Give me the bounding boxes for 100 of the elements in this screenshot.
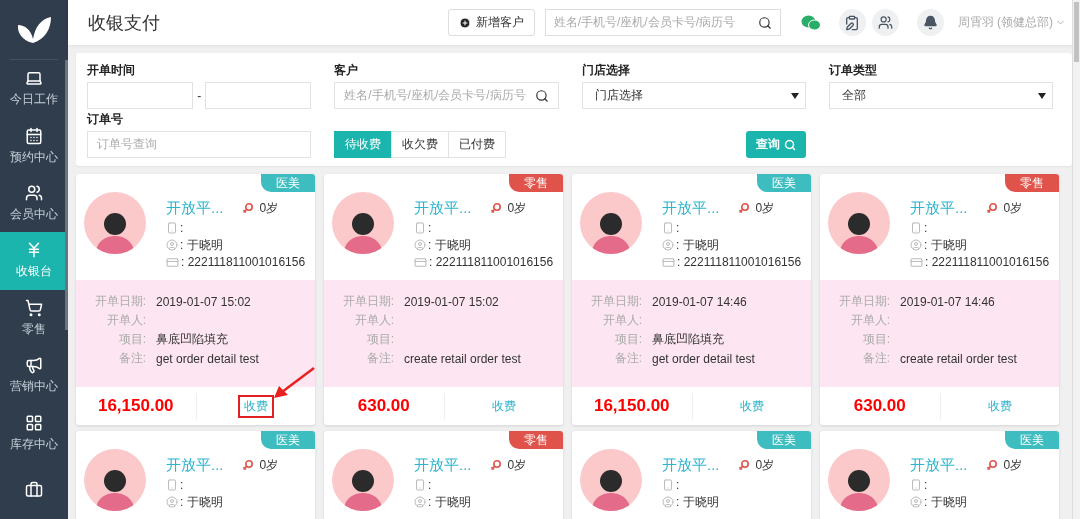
card-number: : 222111811001016156 [429, 255, 554, 269]
doctor-text: : 于晓明 [428, 236, 471, 254]
order-type-tag: 医美 [261, 431, 315, 449]
detail-label: 备注: [365, 350, 394, 367]
person-icon [414, 496, 426, 508]
notification-bell[interactable] [916, 9, 944, 36]
detail-value: 2019-01-07 15:02 [156, 294, 252, 309]
age-text: 0岁 [755, 199, 775, 217]
phone-icon [166, 479, 178, 491]
doctor-text: : 于晓明 [924, 236, 967, 254]
person-icon [662, 496, 674, 508]
status-tab[interactable]: 收欠费 [391, 131, 450, 158]
female-icon [241, 202, 254, 214]
age-text: 0岁 [259, 199, 279, 217]
detail-label: 开单日期: [837, 293, 890, 310]
age-text: 0岁 [1003, 456, 1023, 474]
detail-value: 鼻底凹陷填充 [652, 331, 725, 348]
vip-card-icon [910, 255, 923, 269]
users-icon [25, 184, 43, 203]
nav-item[interactable]: 今日工作 [0, 60, 68, 118]
cart-icon [25, 298, 43, 317]
detail-value: get order detail test [156, 351, 260, 366]
detail-value: get order detail test [652, 351, 756, 366]
dropdown-icon [1038, 92, 1046, 99]
card-number: : 222111811001016156 [181, 255, 306, 269]
card-number: : 222111811001016156 [925, 255, 1050, 269]
megaphone-icon [25, 356, 43, 375]
person-icon [662, 239, 674, 251]
amount-text: 630.00 [853, 396, 906, 416]
age-text: 0岁 [259, 456, 279, 474]
calendar-icon [25, 126, 43, 145]
order-type-select[interactable]: 全部 [828, 82, 1053, 109]
nav-item[interactable]: 零售 [0, 289, 68, 347]
field-label: 客户 [334, 62, 360, 79]
page-scrollbar[interactable] [1072, 0, 1080, 519]
phone-icon [662, 479, 674, 491]
person-icon [166, 239, 178, 251]
nav-item[interactable]: 预约中心 [0, 117, 68, 175]
phone-icon [166, 222, 178, 234]
status-tab[interactable]: 已付费 [448, 131, 507, 158]
clipboard-icon[interactable] [838, 9, 866, 36]
detail-label: 开单人: [601, 312, 642, 329]
nav-item[interactable]: 会员中心 [0, 174, 68, 233]
detail-label: 项目: [365, 331, 394, 348]
phone-icon [414, 222, 426, 234]
users-icon[interactable] [871, 9, 899, 36]
store-select[interactable]: 门店选择 [581, 82, 806, 109]
search-icon [757, 15, 772, 30]
detail-value: 2019-01-07 15:02 [404, 294, 500, 309]
phone-text: : [924, 478, 928, 492]
female-icon [737, 459, 750, 471]
phone-icon [910, 479, 922, 491]
search-icon [534, 88, 549, 103]
person-icon [166, 496, 178, 508]
detail-label: 备注: [613, 350, 642, 367]
dropdown-icon [790, 92, 799, 99]
detail-label: 开单日期: [589, 293, 642, 310]
order-card[interactable]: 医美 开放平... 0岁 : : 于晓明 [76, 431, 315, 519]
order-type-tag: 医美 [757, 174, 811, 192]
order-card[interactable]: 医美 开放平... 0岁 : : 于晓明 [572, 431, 811, 519]
vip-card-icon [414, 255, 427, 269]
order-type-tag: 零售 [509, 431, 563, 449]
detail-value: 2019-01-07 14:46 [652, 294, 748, 309]
pointer-arrow [272, 366, 316, 400]
detail-label: 项目: [861, 331, 890, 348]
detail-label: 项目: [117, 331, 146, 348]
briefcase-icon [25, 481, 43, 500]
female-icon [489, 202, 502, 214]
doctor-text: : 于晓明 [676, 493, 719, 511]
grid-icon [25, 413, 43, 432]
doctor-text: : 于晓明 [180, 236, 223, 254]
detail-label: 开单日期: [341, 293, 394, 310]
field-label: 门店选择 [581, 62, 631, 79]
new-customer-button[interactable]: 新增客户 [447, 9, 535, 36]
order-type-tag: 医美 [757, 431, 811, 449]
phone-text: : [676, 221, 680, 235]
age-text: 0岁 [507, 199, 527, 217]
amount-text: 630.00 [357, 396, 410, 416]
bell-icon [922, 15, 938, 30]
card-number: : 222111811001016156 [677, 255, 802, 269]
order-type-tag: 零售 [1005, 174, 1059, 192]
order-card[interactable]: 零售 开放平... 0岁 : : 于晓明 [324, 431, 563, 519]
age-text: 0岁 [755, 456, 775, 474]
nav-item[interactable]: 营销中心 [0, 347, 68, 405]
laptop-icon [25, 69, 43, 88]
nav-item[interactable]: 库存中心 [0, 404, 68, 462]
detail-value: create retail order test [404, 351, 522, 366]
doctor-text: : 于晓明 [924, 493, 967, 511]
chat-bubbles-icon[interactable] [800, 14, 821, 31]
detail-value: create retail order test [900, 351, 1018, 366]
doctor-text: : 于晓明 [676, 236, 719, 254]
detail-label: 开单人: [849, 312, 890, 329]
date-input[interactable] [205, 82, 312, 109]
order-card[interactable]: 医美 开放平... 0岁 : : 于晓明 [820, 431, 1059, 519]
page-title: 收银支付 [88, 11, 161, 35]
female-icon [985, 202, 998, 214]
search-icon [783, 138, 796, 151]
phone-text: : [924, 221, 928, 235]
doctor-text: : 于晓明 [180, 493, 223, 511]
date-input[interactable] [87, 82, 194, 109]
